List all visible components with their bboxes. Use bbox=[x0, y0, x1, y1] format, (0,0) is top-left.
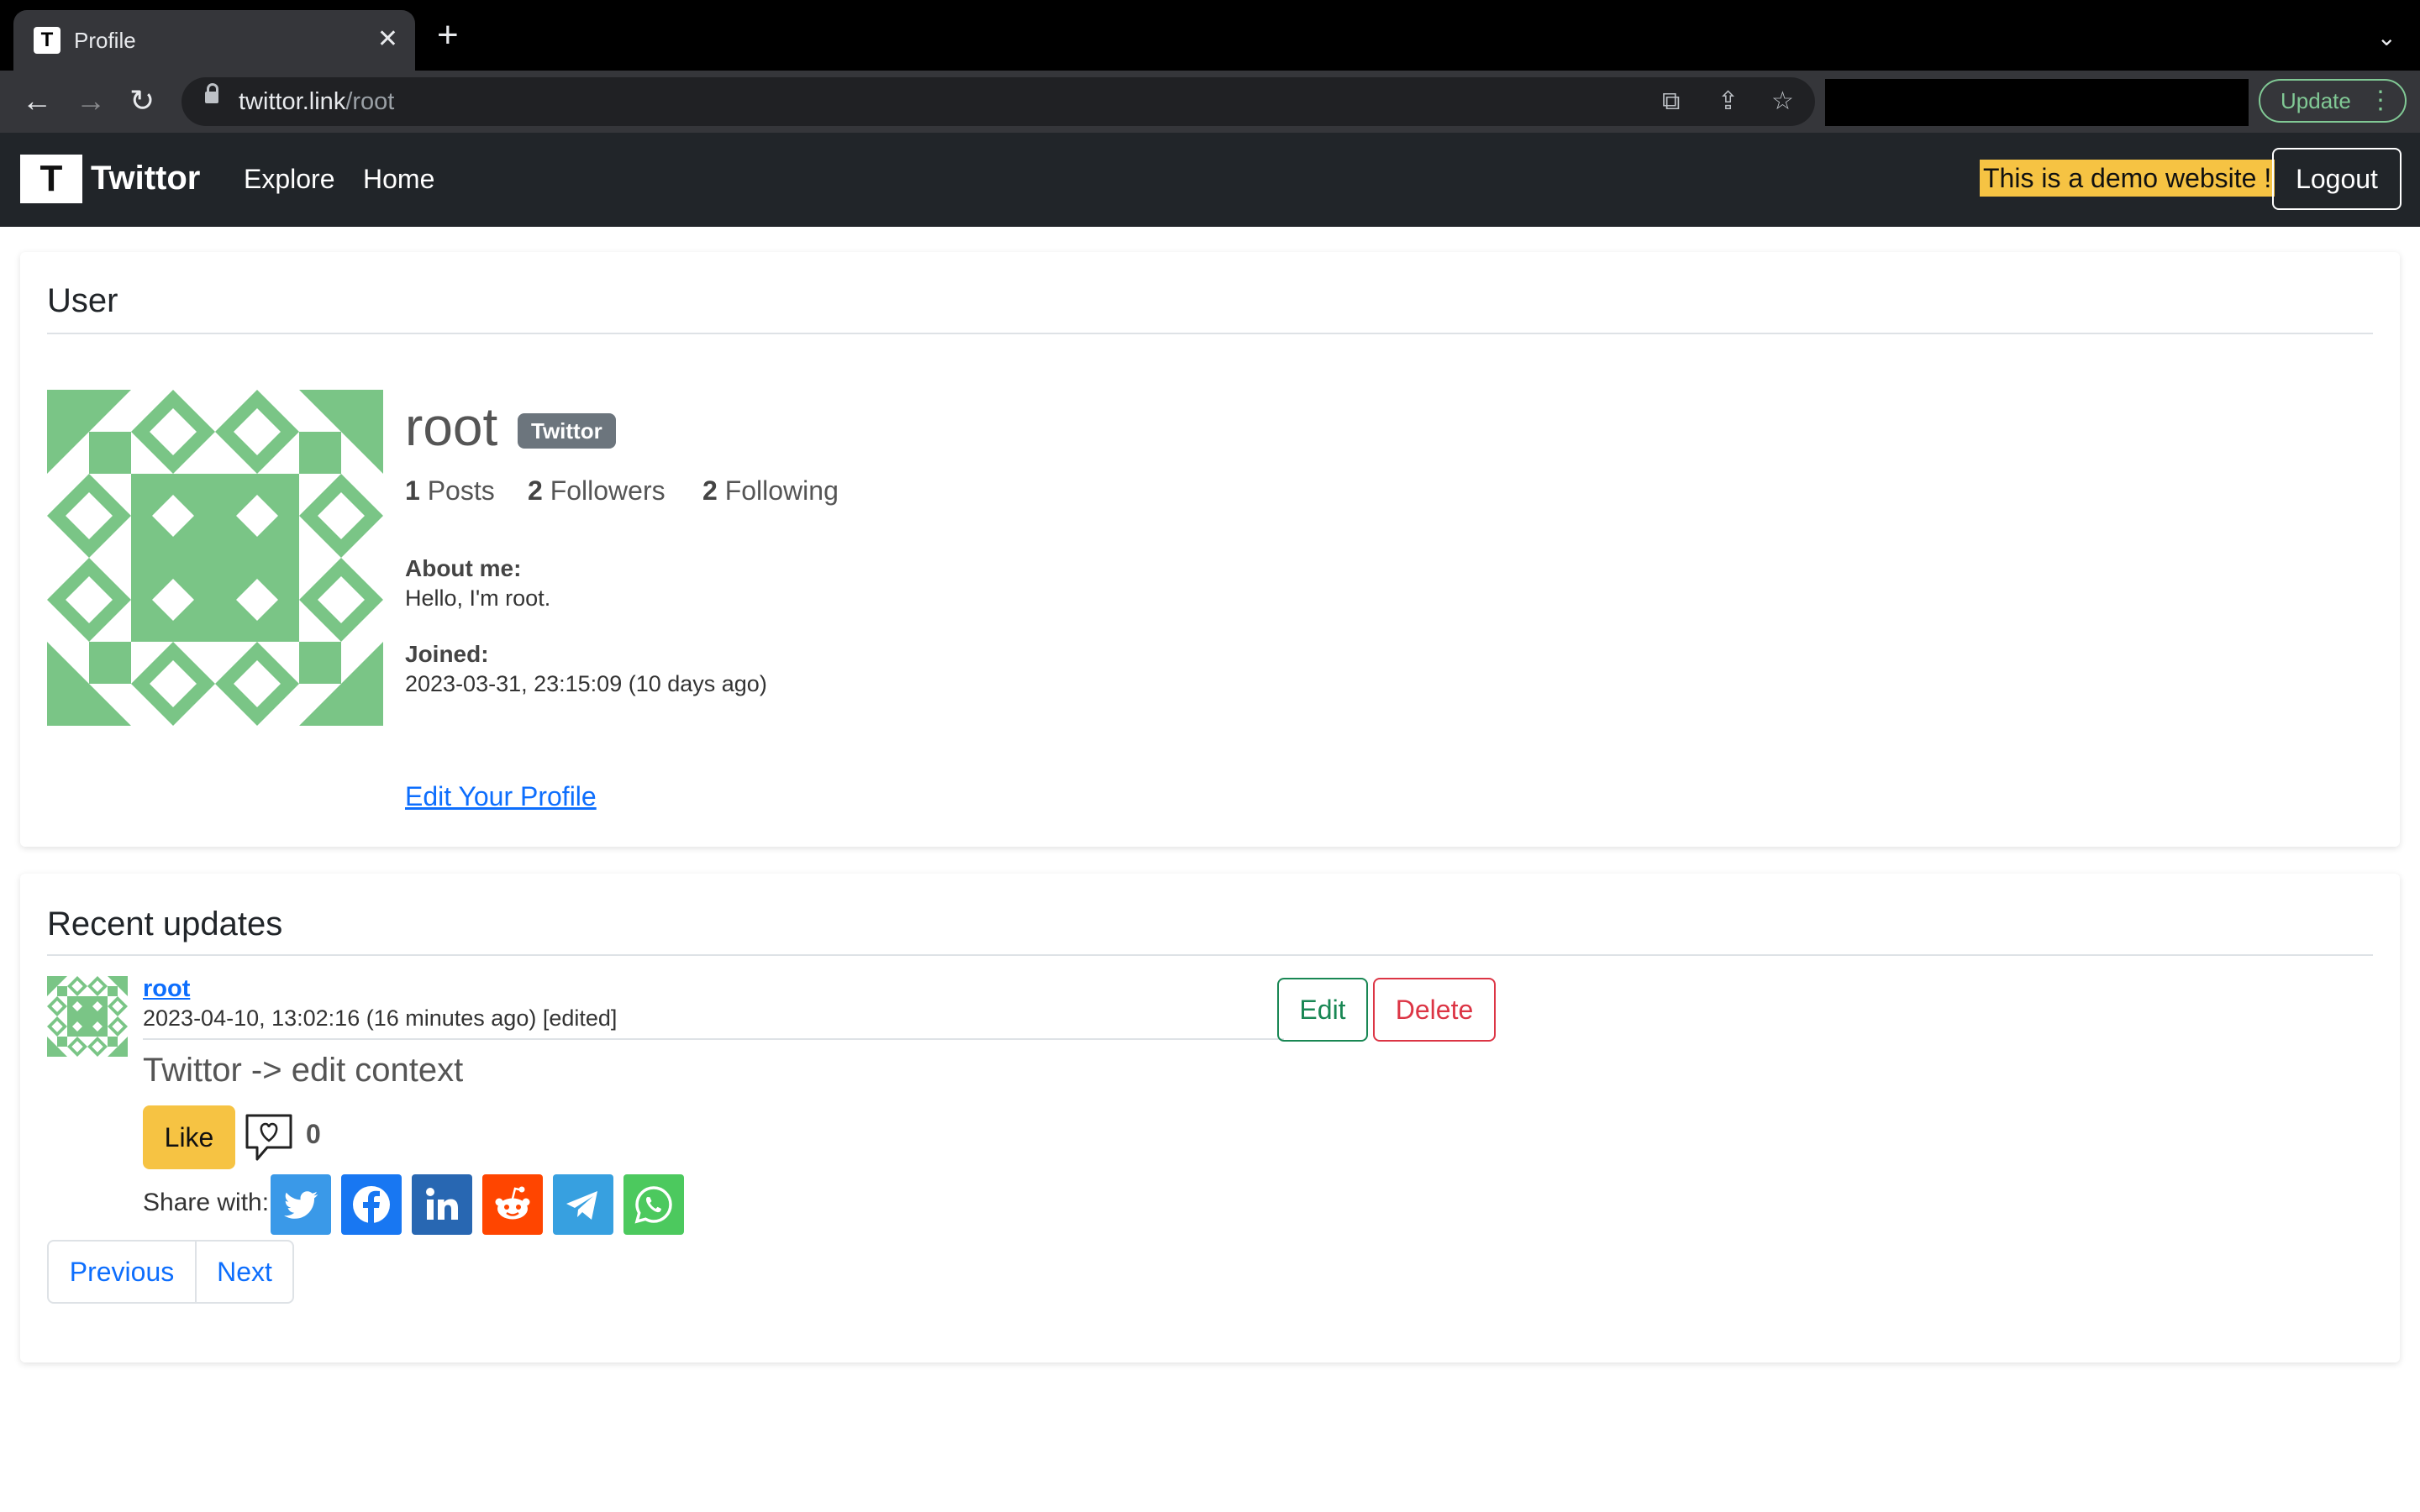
lock-icon bbox=[205, 83, 218, 103]
like-count: 0 bbox=[306, 1119, 321, 1149]
posts-stat[interactable]: 1 Posts bbox=[405, 474, 495, 507]
reload-icon[interactable]: ↻ bbox=[129, 82, 155, 119]
heart-speech-bubble-icon[interactable] bbox=[242, 1110, 296, 1164]
browser-tabstrip: T Profile ✕ + ⌄ bbox=[0, 0, 2420, 71]
recent-updates-card: Recent updates root 2023-04-10, 13:02:16… bbox=[20, 874, 2400, 1362]
linkedin-icon bbox=[426, 1188, 458, 1220]
tab-favicon-icon: T bbox=[34, 27, 60, 54]
share-twitter-button[interactable] bbox=[271, 1174, 331, 1235]
nav-link-home[interactable]: Home bbox=[363, 161, 434, 197]
brand-name[interactable]: Twittor bbox=[91, 158, 200, 198]
share-reddit-button[interactable] bbox=[482, 1174, 543, 1235]
about-me-label: About me: bbox=[405, 555, 522, 581]
brand-logo-icon[interactable]: T bbox=[20, 155, 82, 203]
following-stat[interactable]: 2 Following bbox=[702, 474, 839, 507]
browser-tab[interactable]: T Profile ✕ bbox=[13, 10, 415, 71]
browser-toolbar: ← → ↻ twittor.link/root ⧉ ⇪ ☆ Update ⋮ bbox=[0, 71, 2420, 133]
followers-stat[interactable]: 2 Followers bbox=[528, 474, 666, 507]
divider bbox=[143, 1038, 1284, 1040]
like-button[interactable]: Like bbox=[143, 1105, 235, 1169]
back-arrow-icon[interactable]: ← bbox=[22, 82, 52, 119]
nav-link-explore[interactable]: Explore bbox=[244, 161, 335, 197]
tab-close-icon[interactable]: ✕ bbox=[377, 25, 398, 54]
share-label: Share with: bbox=[143, 1189, 270, 1216]
post-timestamp: 2023-04-10, 13:02:16 (16 minutes ago) [e… bbox=[143, 1005, 618, 1031]
site-navbar: T Twittor Explore Home This is a demo we… bbox=[0, 133, 2420, 227]
recent-updates-title: Recent updates bbox=[47, 906, 283, 942]
pagination-previous-button[interactable]: Previous bbox=[49, 1242, 197, 1302]
divider bbox=[47, 954, 2373, 956]
divider bbox=[47, 333, 2373, 334]
update-button[interactable]: Update ⋮ bbox=[2259, 79, 2407, 123]
bookmark-star-icon[interactable]: ☆ bbox=[1771, 87, 1794, 116]
share-whatsapp-button[interactable] bbox=[623, 1174, 684, 1235]
demo-banner: This is a demo website ! bbox=[1980, 160, 2275, 197]
url-text[interactable]: twittor.link/root bbox=[239, 87, 394, 116]
user-card: User root Twittor 1 Posts 2 Followers 2 … bbox=[20, 252, 2400, 847]
twitter-bird-icon bbox=[284, 1191, 318, 1219]
forward-arrow-icon[interactable]: → bbox=[76, 82, 106, 119]
tab-search-chevron-icon[interactable]: ⌄ bbox=[2377, 24, 2396, 51]
tab-title: Profile bbox=[74, 28, 136, 53]
user-section-title: User bbox=[47, 282, 118, 319]
post-content: Twittor -> edit context bbox=[143, 1052, 464, 1089]
share-icon[interactable]: ⇪ bbox=[1718, 87, 1739, 116]
platform-badge: Twittor bbox=[518, 413, 616, 449]
facebook-icon bbox=[353, 1186, 390, 1223]
logout-button[interactable]: Logout bbox=[2272, 148, 2402, 210]
profile-username: root bbox=[405, 396, 498, 457]
post-author-avatar[interactable] bbox=[47, 976, 128, 1057]
telegram-plane-icon bbox=[566, 1191, 597, 1220]
about-me-value: Hello, I'm root. bbox=[405, 585, 551, 611]
joined-label: Joined: bbox=[405, 641, 489, 667]
delete-post-button[interactable]: Delete bbox=[1373, 978, 1496, 1042]
user-avatar-identicon bbox=[47, 390, 383, 726]
new-tab-plus-icon[interactable]: + bbox=[437, 17, 459, 54]
share-facebook-button[interactable] bbox=[341, 1174, 402, 1235]
share-linkedin-button[interactable] bbox=[412, 1174, 472, 1235]
post-author-link[interactable]: root bbox=[143, 974, 190, 1003]
redacted-extension-area bbox=[1825, 79, 2249, 126]
joined-value: 2023-03-31, 23:15:09 (10 days ago) bbox=[405, 671, 767, 696]
translate-icon[interactable]: ⧉ bbox=[1662, 87, 1680, 116]
reddit-alien-icon bbox=[495, 1186, 530, 1220]
kebab-menu-icon[interactable]: ⋮ bbox=[2368, 81, 2393, 121]
pagination-next-button[interactable]: Next bbox=[197, 1242, 292, 1302]
edit-profile-link[interactable]: Edit Your Profile bbox=[405, 780, 597, 813]
address-bar[interactable]: twittor.link/root ⧉ ⇪ ☆ bbox=[182, 77, 1815, 126]
edit-post-button[interactable]: Edit bbox=[1277, 978, 1368, 1042]
pagination: Previous Next bbox=[47, 1240, 294, 1304]
whatsapp-icon bbox=[634, 1186, 672, 1224]
share-telegram-button[interactable] bbox=[553, 1174, 613, 1235]
